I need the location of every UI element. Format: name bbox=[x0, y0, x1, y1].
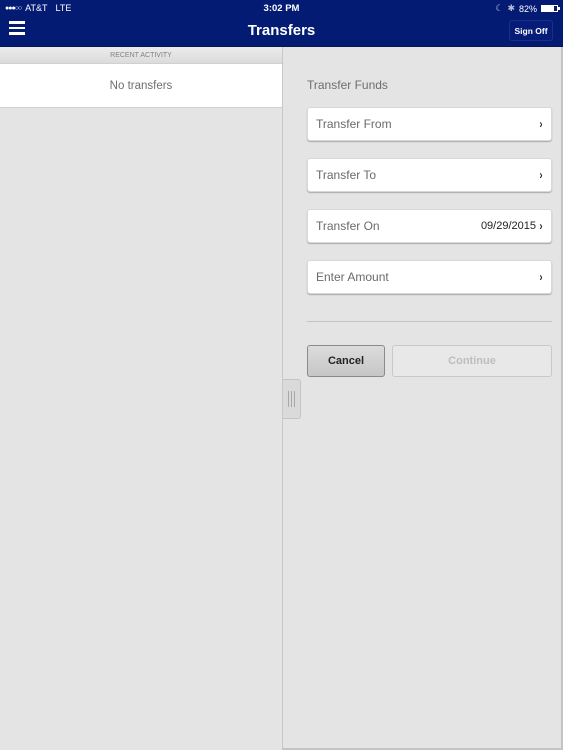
battery-percent: 82% bbox=[518, 3, 537, 14]
transfer-funds-title: Transfer Funds bbox=[307, 78, 388, 92]
battery-fill bbox=[542, 6, 555, 11]
continue-button[interactable]: Continue bbox=[392, 345, 552, 377]
status-bar: ●●●○○ AT&T LTE 3:02 PM ☾ ✱ 82% bbox=[0, 0, 563, 16]
transfer-date-value: 09/29/2015 bbox=[480, 220, 536, 232]
page-title: Transfers bbox=[247, 22, 316, 39]
cancel-button[interactable]: Cancel bbox=[307, 345, 385, 377]
chevron-right-icon: › bbox=[539, 117, 543, 131]
sign-off-button[interactable]: Sign Off bbox=[509, 20, 553, 41]
top-bar: ●●●○○ AT&T LTE 3:02 PM ☾ ✱ 82% Transfers… bbox=[0, 0, 563, 47]
grip-line bbox=[294, 391, 295, 407]
recent-activity-header: RECENT ACTIVITY bbox=[0, 47, 282, 64]
transfer-on-field[interactable]: Transfer On 09/29/2015 › bbox=[307, 209, 552, 243]
chevron-right-icon: › bbox=[539, 219, 543, 233]
battery-icon bbox=[541, 5, 560, 12]
field-label: Transfer On bbox=[316, 219, 380, 233]
bluetooth-icon: ✱ bbox=[507, 3, 515, 13]
transfer-from-field[interactable]: Transfer From › bbox=[307, 107, 552, 141]
field-label: Enter Amount bbox=[316, 270, 389, 284]
enter-amount-field[interactable]: Enter Amount › bbox=[307, 260, 552, 294]
split-view-drag-handle[interactable] bbox=[283, 379, 301, 419]
form-divider bbox=[307, 321, 552, 322]
transfer-to-field[interactable]: Transfer To › bbox=[307, 158, 552, 192]
chevron-right-icon: › bbox=[539, 270, 543, 284]
field-label: Transfer From bbox=[316, 117, 392, 131]
moon-icon: ☾ bbox=[495, 3, 504, 13]
chevron-right-icon: › bbox=[539, 168, 543, 182]
field-label: Transfer To bbox=[316, 168, 377, 182]
transfer-funds-panel: Transfer Funds Transfer From › Transfer … bbox=[282, 47, 563, 750]
status-time: 3:02 PM bbox=[263, 3, 300, 14]
no-transfers-message: No transfers bbox=[0, 64, 282, 108]
recent-activity-panel: RECENT ACTIVITY No transfers bbox=[0, 47, 282, 750]
grip-line bbox=[291, 391, 292, 407]
grip-line bbox=[288, 391, 289, 407]
